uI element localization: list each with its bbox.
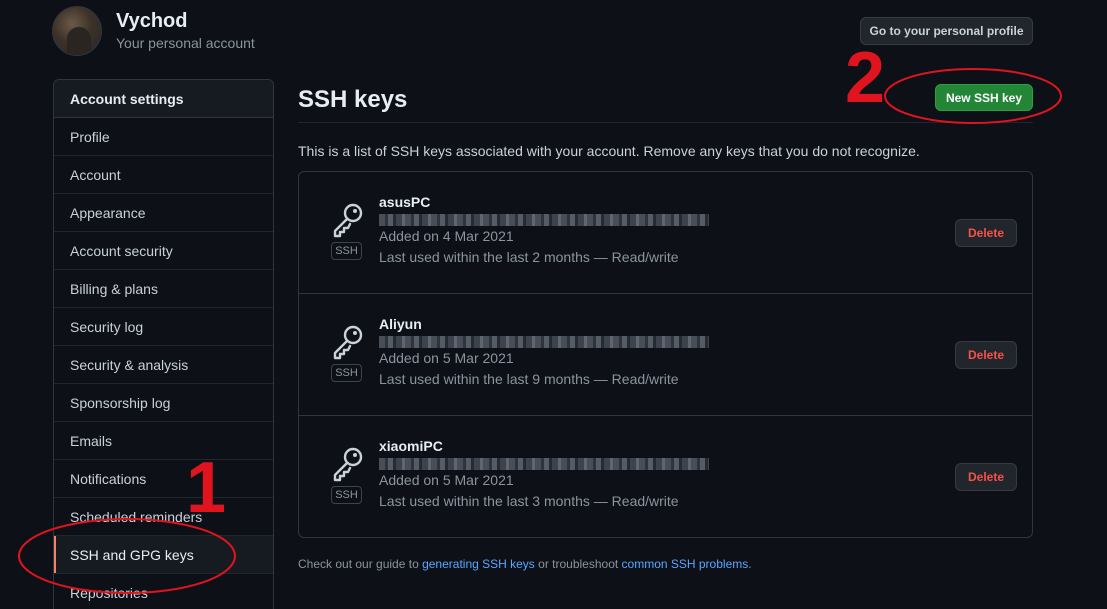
ssh-key-row: SSH asusPC Added on 4 Mar 2021 Last used…	[299, 172, 1032, 294]
user-header: Vychod Your personal account	[52, 6, 255, 56]
key-last-used: Last used within the last 2 months — Rea…	[379, 249, 679, 265]
delete-key-button[interactable]: Delete	[955, 463, 1017, 491]
sidebar-item-emails[interactable]: Emails	[54, 422, 273, 460]
sidebar-item-account-security[interactable]: Account security	[54, 232, 273, 270]
key-info: Aliyun Added on 5 Mar 2021 Last used wit…	[379, 316, 709, 390]
key-info: xiaomiPC Added on 5 Mar 2021 Last used w…	[379, 438, 709, 512]
user-subtitle: Your personal account	[116, 35, 255, 51]
key-icon	[331, 324, 365, 362]
personal-profile-button[interactable]: Go to your personal profile	[860, 17, 1033, 45]
ssh-key-row: SSH xiaomiPC Added on 5 Mar 2021 Last us…	[299, 416, 1032, 537]
intro-text: This is a list of SSH keys associated wi…	[298, 143, 920, 159]
sidebar-item-security-log[interactable]: Security log	[54, 308, 273, 346]
key-added-date: Added on 5 Mar 2021	[379, 350, 514, 366]
footer-suffix: .	[748, 557, 752, 571]
avatar[interactable]	[52, 6, 102, 56]
footer-note: Check out our guide to generating SSH ke…	[298, 557, 752, 571]
key-last-used: Last used within the last 3 months — Rea…	[379, 493, 679, 509]
user-text: Vychod Your personal account	[116, 9, 255, 53]
sidebar-item-scheduled-reminders[interactable]: Scheduled reminders	[54, 498, 273, 536]
ssh-key-row: SSH Aliyun Added on 5 Mar 2021 Last used…	[299, 294, 1032, 416]
footer-prefix: Check out our guide to	[298, 557, 423, 571]
sidebar-item-billing[interactable]: Billing & plans	[54, 270, 273, 308]
key-fingerprint-redacted	[379, 214, 709, 226]
sidebar-item-appearance[interactable]: Appearance	[54, 194, 273, 232]
key-last-used: Last used within the last 9 months — Rea…	[379, 371, 679, 387]
annotation-marker-2: 2	[845, 38, 886, 118]
key-title: Aliyun	[379, 316, 422, 332]
sidebar-item-security-analysis[interactable]: Security & analysis	[54, 346, 273, 384]
ssh-badge: SSH	[331, 364, 362, 382]
key-added-date: Added on 5 Mar 2021	[379, 472, 514, 488]
key-info: asusPC Added on 4 Mar 2021 Last used wit…	[379, 194, 709, 268]
delete-key-button[interactable]: Delete	[955, 219, 1017, 247]
sidebar-item-notifications[interactable]: Notifications	[54, 460, 273, 498]
ssh-keys-settings-page: Vychod Your personal account Go to your …	[0, 0, 1107, 609]
key-fingerprint-redacted	[379, 336, 709, 348]
delete-key-button[interactable]: Delete	[955, 341, 1017, 369]
sidebar-item-repositories[interactable]: Repositories	[54, 574, 273, 609]
key-fingerprint-redacted	[379, 458, 709, 470]
key-title: asusPC	[379, 194, 431, 210]
sidebar-item-sponsorship-log[interactable]: Sponsorship log	[54, 384, 273, 422]
ssh-keys-list: SSH asusPC Added on 4 Mar 2021 Last used…	[298, 171, 1033, 538]
key-added-date: Added on 4 Mar 2021	[379, 228, 514, 244]
new-ssh-key-button[interactable]: New SSH key	[935, 84, 1033, 111]
ssh-badge: SSH	[331, 486, 362, 504]
sidebar-item-account[interactable]: Account	[54, 156, 273, 194]
ssh-badge: SSH	[331, 242, 362, 260]
key-icon	[331, 202, 365, 240]
annotation-marker-1: 1	[186, 448, 227, 528]
key-icon	[331, 446, 365, 484]
sidebar-heading: Account settings	[54, 80, 273, 118]
sidebar-item-ssh-gpg-keys[interactable]: SSH and GPG keys	[54, 536, 273, 574]
page-title: SSH keys	[298, 79, 1033, 123]
footer-middle: or troubleshoot	[534, 557, 622, 571]
sidebar-item-profile[interactable]: Profile	[54, 118, 273, 156]
user-name[interactable]: Vychod	[116, 9, 255, 33]
settings-sidebar: Account settings Profile Account Appeara…	[53, 79, 274, 609]
common-ssh-problems-link[interactable]: common SSH problems	[622, 557, 749, 571]
main-content: SSH keys	[298, 79, 1033, 123]
generating-ssh-keys-link[interactable]: generating SSH keys	[422, 557, 535, 571]
key-title: xiaomiPC	[379, 438, 443, 454]
